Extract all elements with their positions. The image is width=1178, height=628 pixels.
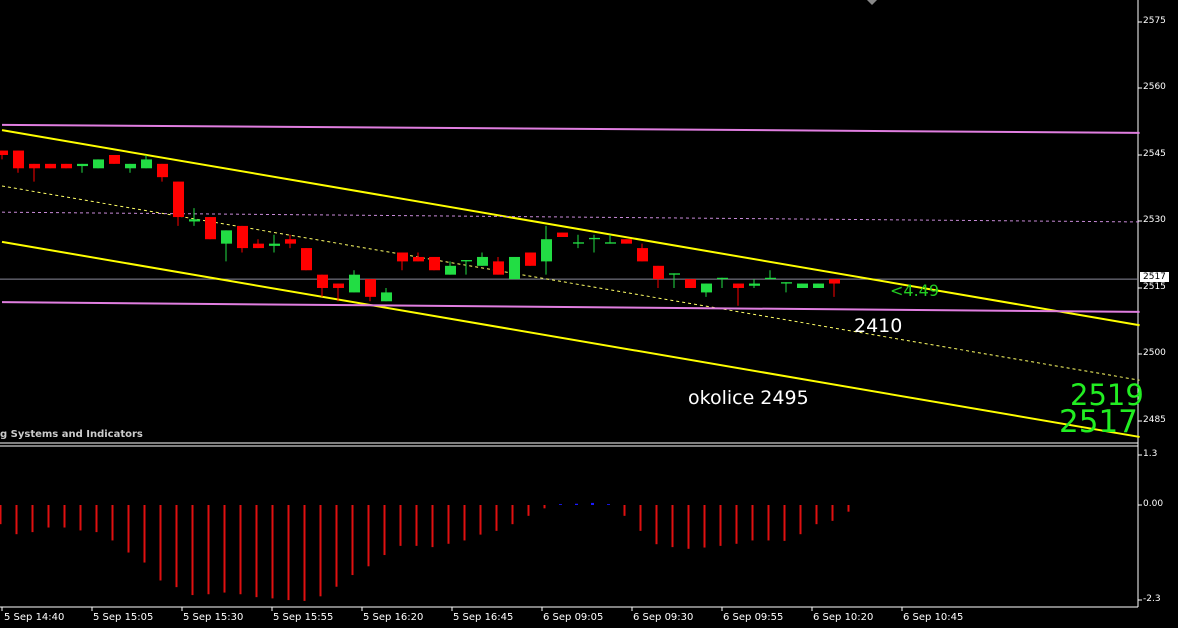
candle-bear bbox=[333, 283, 344, 288]
time-tick: 5 Sep 15:05 bbox=[93, 612, 154, 623]
candle-bear bbox=[301, 248, 312, 271]
time-tick: 5 Sep 15:55 bbox=[273, 612, 334, 623]
candle-bear bbox=[205, 217, 216, 240]
candle-bear bbox=[397, 252, 408, 262]
trading-chart[interactable] bbox=[0, 0, 1178, 628]
candle-bear bbox=[253, 243, 264, 249]
candle-bull bbox=[221, 230, 232, 244]
indicator-tick: 1.3 bbox=[1143, 449, 1158, 459]
time-tick: 6 Sep 10:45 bbox=[903, 612, 964, 623]
candle-bear bbox=[317, 274, 328, 288]
price-tick: 2485 bbox=[1143, 415, 1166, 425]
candle-bear bbox=[653, 265, 664, 280]
candle-bear bbox=[173, 181, 184, 218]
candle-bull bbox=[381, 292, 392, 302]
time-tick: 6 Sep 09:30 bbox=[633, 612, 694, 623]
indicator-tick: -2.3 bbox=[1143, 594, 1161, 604]
candle-bull bbox=[813, 283, 824, 288]
price-tick: 2545 bbox=[1143, 149, 1166, 159]
candle-bull bbox=[125, 163, 136, 169]
candle-bear bbox=[429, 256, 440, 271]
candle-bull bbox=[797, 283, 808, 288]
candle-bull bbox=[573, 242, 584, 244]
candle-bear bbox=[413, 256, 424, 262]
candle-bull bbox=[189, 219, 200, 222]
level-upper-line bbox=[1, 123, 1140, 134]
time-tick: 5 Sep 16:20 bbox=[363, 612, 424, 623]
annotation-2410: 2410 bbox=[854, 315, 903, 337]
price-tick: 2500 bbox=[1143, 348, 1166, 358]
time-tick: 6 Sep 10:20 bbox=[813, 612, 874, 623]
candle-bull bbox=[477, 256, 488, 266]
candle-bull bbox=[93, 159, 104, 169]
price-tick: 2560 bbox=[1143, 82, 1166, 92]
candle-bull bbox=[589, 237, 600, 240]
annotation-2517: 2517 bbox=[1059, 404, 1138, 440]
candle-bull bbox=[445, 265, 456, 275]
candle-bull bbox=[701, 283, 712, 293]
candle-bear bbox=[13, 150, 24, 169]
time-tick: 5 Sep 16:45 bbox=[453, 612, 514, 623]
current-price-label: 2517 bbox=[1140, 272, 1169, 282]
candle-bear bbox=[61, 163, 72, 169]
level-mid-line bbox=[1, 211, 1140, 223]
candle-bull bbox=[749, 283, 760, 286]
candle-bear bbox=[237, 225, 248, 249]
shift-marker-icon bbox=[867, 0, 877, 5]
candle-bull bbox=[781, 282, 792, 284]
indicator-caption: g Systems and Indicators bbox=[0, 429, 143, 440]
candle-bear bbox=[29, 163, 40, 169]
candle-bear bbox=[157, 163, 168, 178]
candle-bear bbox=[0, 150, 8, 155]
candle-bull bbox=[509, 256, 520, 280]
time-tick: 6 Sep 09:05 bbox=[543, 612, 604, 623]
time-tick: 5 Sep 14:40 bbox=[4, 612, 65, 623]
candle-bear bbox=[285, 239, 296, 244]
channel-upper-line bbox=[1, 129, 1140, 327]
candle-bear bbox=[365, 279, 376, 297]
price-tick: 2515 bbox=[1143, 282, 1166, 292]
time-tick: 6 Sep 09:55 bbox=[723, 612, 784, 623]
indicator-tick: 0.00 bbox=[1143, 499, 1164, 509]
candle-bear bbox=[45, 163, 56, 169]
annotation-okolice: okolice 2495 bbox=[688, 387, 809, 409]
annotation-ratio: <4.49 bbox=[890, 281, 940, 300]
candle-bull bbox=[141, 159, 152, 169]
time-tick: 5 Sep 15:30 bbox=[183, 612, 244, 623]
candle-bull bbox=[349, 274, 360, 293]
candle-bull bbox=[269, 243, 280, 246]
candle-bull bbox=[541, 239, 552, 262]
channel-lower-line bbox=[1, 240, 1140, 438]
channel-middle-line bbox=[1, 185, 1140, 381]
candle-bear bbox=[685, 279, 696, 288]
candle-bear bbox=[829, 279, 840, 284]
price-tick: 2575 bbox=[1143, 16, 1166, 26]
candle-bull bbox=[765, 277, 776, 280]
level-lower-line bbox=[1, 301, 1140, 313]
candle-bear bbox=[525, 252, 536, 266]
candle-bull bbox=[77, 163, 88, 167]
candle-bear bbox=[109, 154, 120, 164]
candle-bull bbox=[461, 260, 472, 262]
candle-bear bbox=[733, 283, 744, 288]
candle-bear bbox=[621, 239, 632, 244]
candle-bear bbox=[493, 261, 504, 275]
candle-bear bbox=[637, 248, 648, 262]
candle-bull bbox=[669, 273, 680, 275]
candle-bull bbox=[605, 242, 616, 244]
price-tick: 2530 bbox=[1143, 215, 1166, 225]
candle-bear bbox=[557, 232, 568, 238]
candle-bull bbox=[717, 277, 728, 280]
